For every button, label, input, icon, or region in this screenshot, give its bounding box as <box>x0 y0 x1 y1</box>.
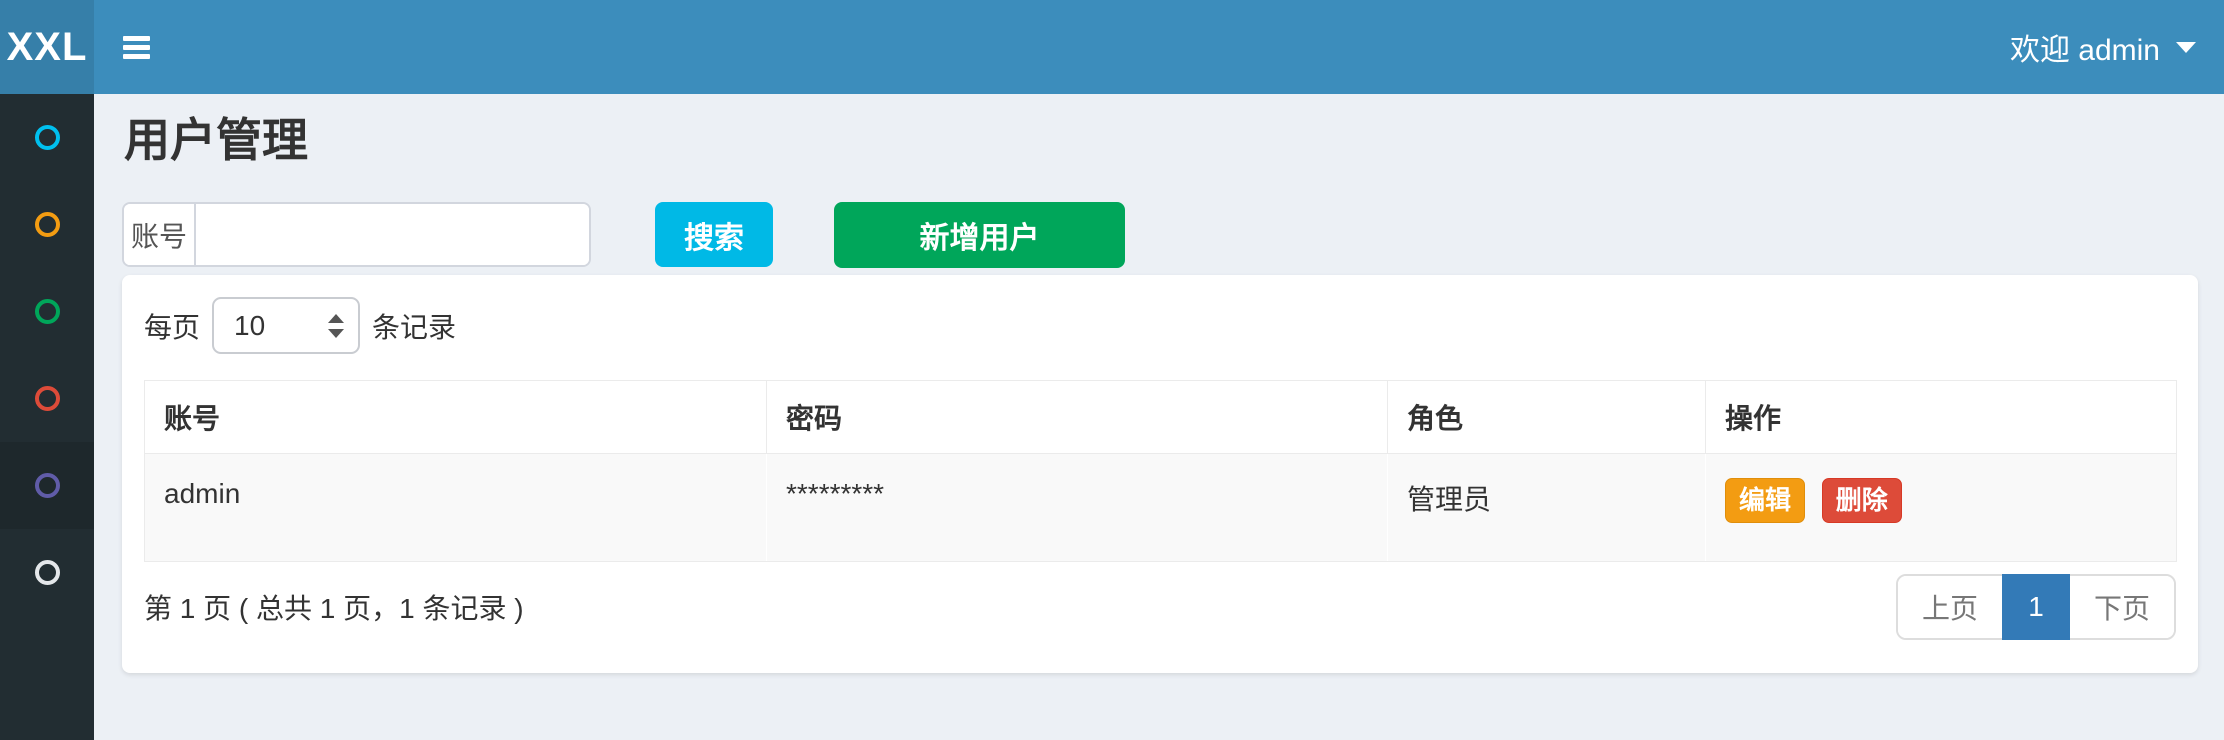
page-size-value: 10 <box>234 310 328 342</box>
cell-password: ********* <box>767 454 1388 562</box>
prev-page-button[interactable]: 上页 <box>1898 576 2002 638</box>
table-header-row: 账号 密码 角色 操作 <box>145 381 2177 454</box>
col-role: 角色 <box>1388 381 1706 454</box>
sidebar-item-1[interactable] <box>0 94 94 181</box>
sidebar-item-4[interactable] <box>0 355 94 442</box>
circle-icon <box>35 299 60 324</box>
search-button[interactable]: 搜索 <box>655 202 773 267</box>
col-password: 密码 <box>767 381 1388 454</box>
app-logo: XXL <box>0 0 94 94</box>
col-actions: 操作 <box>1706 381 2177 454</box>
user-menu[interactable]: 欢迎 admin <box>2010 25 2196 69</box>
table-panel: 每页 10 条记录 账号 密码 角色 操作 admin <box>122 275 2198 673</box>
current-page-button[interactable]: 1 <box>2002 574 2070 640</box>
main-content: 用户管理 账号 搜索 新增用户 每页 10 条记录 账号 密码 <box>94 94 2224 740</box>
pagination: 上页 1 下页 <box>1896 574 2176 640</box>
sidebar <box>0 94 94 740</box>
account-field-label: 账号 <box>124 204 196 265</box>
cell-account: admin <box>145 454 767 562</box>
search-toolbar: 账号 搜索 新增用户 <box>122 202 2198 268</box>
col-account: 账号 <box>145 381 767 454</box>
delete-button[interactable]: 删除 <box>1822 478 1902 523</box>
account-input[interactable] <box>196 204 589 265</box>
sidebar-item-2[interactable] <box>0 181 94 268</box>
page-title: 用户管理 <box>122 115 2198 165</box>
account-input-group: 账号 <box>122 202 591 267</box>
pagination-info: 第 1 页 ( 总共 1 页，1 条记录 ) <box>144 587 524 627</box>
page-size-select[interactable]: 10 <box>212 297 360 354</box>
circle-icon <box>35 212 60 237</box>
next-page-button[interactable]: 下页 <box>2070 576 2174 638</box>
select-stepper-icon <box>328 314 344 338</box>
table-footer: 第 1 页 ( 总共 1 页，1 条记录 ) 上页 1 下页 <box>144 574 2176 640</box>
welcome-text: 欢迎 admin <box>2010 25 2160 69</box>
add-user-button[interactable]: 新增用户 <box>834 202 1125 268</box>
cell-actions: 编辑 删除 <box>1706 454 2177 562</box>
user-table: 账号 密码 角色 操作 admin ********* 管理员 编辑 删除 <box>144 380 2177 562</box>
hamburger-icon[interactable] <box>123 36 150 59</box>
table-row: admin ********* 管理员 编辑 删除 <box>145 454 2177 562</box>
caret-down-icon <box>2176 42 2196 53</box>
sidebar-item-6[interactable] <box>0 529 94 616</box>
length-suffix: 条记录 <box>372 306 456 346</box>
top-navbar: XXL 欢迎 admin <box>0 0 2224 94</box>
sidebar-item-5[interactable] <box>0 442 94 529</box>
length-prefix: 每页 <box>144 306 200 346</box>
circle-icon <box>35 125 60 150</box>
circle-icon <box>35 473 60 498</box>
sidebar-item-3[interactable] <box>0 268 94 355</box>
page-length-row: 每页 10 条记录 <box>144 297 2176 354</box>
edit-button[interactable]: 编辑 <box>1725 478 1805 523</box>
cell-role: 管理员 <box>1388 454 1706 562</box>
circle-icon <box>35 386 60 411</box>
circle-icon <box>35 560 60 585</box>
